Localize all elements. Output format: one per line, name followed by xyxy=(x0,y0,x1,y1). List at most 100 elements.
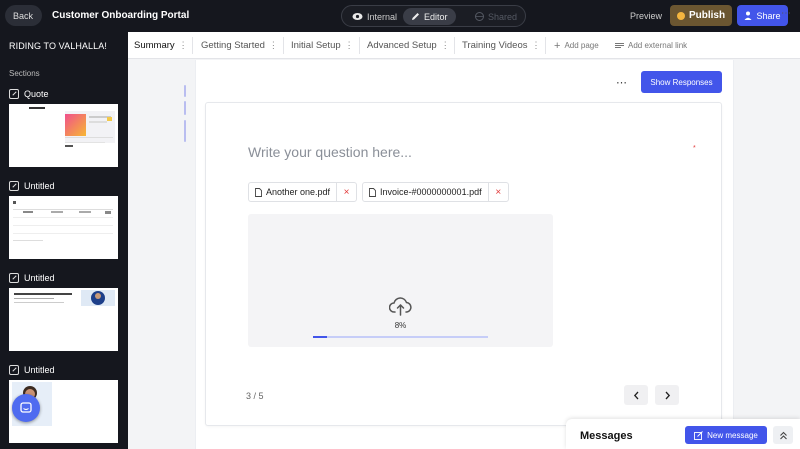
file-name-label: Invoice-#0000000001.pdf xyxy=(380,187,482,197)
upload-progress-fill xyxy=(313,336,327,338)
close-icon: × xyxy=(495,186,502,198)
tab-label: Training Videos xyxy=(462,40,528,51)
required-marker: * xyxy=(693,145,696,152)
back-button[interactable]: Back xyxy=(5,5,43,26)
tab-divider xyxy=(454,37,455,54)
tab-training-videos[interactable]: Training Videos ⋮ xyxy=(462,32,540,59)
add-external-link-button[interactable]: Add external link xyxy=(615,32,687,59)
sidebar: RIDING TO VALHALLA! Sections Quote Untit… xyxy=(0,32,128,449)
compose-icon xyxy=(694,430,703,440)
tab-initial-setup[interactable]: Initial Setup ⋮ xyxy=(291,32,354,59)
tab-divider xyxy=(545,37,546,54)
publish-button[interactable]: Publish xyxy=(670,5,732,26)
section-label: Untitled xyxy=(24,365,55,375)
tab-label: Summary xyxy=(134,40,175,51)
top-bar: Back Customer Onboarding Portal Internal… xyxy=(0,0,800,32)
show-responses-button[interactable]: Show Responses xyxy=(641,71,722,93)
messages-panel: Messages New message xyxy=(566,419,800,449)
messages-title: Messages xyxy=(580,430,633,442)
file-chip: Invoice-#0000000001.pdf × xyxy=(362,182,509,202)
section-item[interactable]: Untitled xyxy=(9,272,120,351)
previous-button[interactable] xyxy=(624,385,648,405)
remove-file-button[interactable]: × xyxy=(487,183,508,201)
tab-divider xyxy=(359,37,360,54)
publish-label: Publish xyxy=(688,10,726,21)
view-mode-toggle: Internal Editor Shared xyxy=(341,5,526,27)
preview-button[interactable]: Preview xyxy=(630,11,662,21)
app-title: Customer Onboarding Portal xyxy=(52,10,190,21)
drag-handle[interactable] xyxy=(184,101,186,115)
add-external-link-label: Add external link xyxy=(628,41,688,50)
remove-file-button[interactable]: × xyxy=(336,183,356,201)
section-thumbnail[interactable] xyxy=(9,288,118,351)
section-thumbnail[interactable] xyxy=(9,104,118,167)
section-thumbnail[interactable] xyxy=(9,196,118,259)
section-item[interactable]: Untitled xyxy=(9,180,120,259)
upload-percent: 8% xyxy=(394,321,407,330)
mode-editor[interactable]: Editor xyxy=(403,8,456,25)
chevrons-up-icon xyxy=(779,431,787,439)
expand-messages-button[interactable] xyxy=(773,426,793,444)
chat-icon xyxy=(20,402,32,413)
plus-icon: + xyxy=(554,39,561,52)
chevron-left-icon xyxy=(633,391,638,399)
page-tabs: Summary ⋮ Getting Started ⋮ Initial Setu… xyxy=(128,32,800,59)
mode-shared[interactable]: Shared xyxy=(467,8,525,25)
file-name[interactable]: Invoice-#0000000001.pdf xyxy=(363,183,488,201)
person-icon xyxy=(744,11,752,20)
next-button[interactable] xyxy=(655,385,679,405)
file-name-label: Another one.pdf xyxy=(266,187,331,197)
more-vertical-icon[interactable]: ⋮ xyxy=(441,40,450,51)
sidebar-title: RIDING TO VALHALLA! xyxy=(9,41,107,51)
section-edit-icon xyxy=(9,365,19,375)
more-horizontal-icon[interactable]: ⋯ xyxy=(616,76,628,89)
new-message-button[interactable]: New message xyxy=(685,426,767,444)
section-label: Untitled xyxy=(24,273,55,283)
section-edit-icon xyxy=(9,89,19,99)
more-vertical-icon[interactable]: ⋮ xyxy=(269,40,278,51)
tab-summary[interactable]: Summary ⋮ xyxy=(134,32,188,59)
section-item[interactable]: Quote xyxy=(9,88,120,167)
tab-divider xyxy=(283,37,284,54)
section-edit-icon xyxy=(9,181,19,191)
pencil-icon xyxy=(412,13,419,20)
section-label: Untitled xyxy=(24,181,55,191)
add-page-label: Add page xyxy=(564,41,599,50)
tab-label: Initial Setup xyxy=(291,40,341,51)
share-label: Share xyxy=(756,10,781,21)
more-vertical-icon[interactable]: ⋮ xyxy=(345,40,354,51)
tab-advanced-setup[interactable]: Advanced Setup ⋮ xyxy=(367,32,450,59)
sections-heading: Sections xyxy=(9,69,40,78)
coin-icon xyxy=(676,11,685,20)
eye-icon xyxy=(352,13,363,20)
file-icon xyxy=(255,187,262,197)
new-message-label: New message xyxy=(707,430,758,440)
link-icon xyxy=(615,43,624,48)
cloud-upload-icon xyxy=(389,297,412,316)
page-indicator: 3 / 5 xyxy=(246,391,264,401)
back-label: Back xyxy=(13,10,34,21)
more-vertical-icon[interactable]: ⋮ xyxy=(179,40,188,51)
file-name[interactable]: Another one.pdf xyxy=(249,183,336,201)
tab-label: Advanced Setup xyxy=(367,40,437,51)
chevron-right-icon xyxy=(665,391,670,399)
add-page-button[interactable]: + Add page xyxy=(554,32,599,59)
section-label: Quote xyxy=(24,89,49,99)
drag-handle[interactable] xyxy=(184,120,186,142)
file-icon xyxy=(369,187,376,197)
close-icon: × xyxy=(343,186,350,198)
chat-launcher-button[interactable] xyxy=(12,394,40,422)
section-edit-icon xyxy=(9,273,19,283)
question-input[interactable]: Write your question here... xyxy=(248,144,412,160)
tab-divider xyxy=(192,37,193,54)
globe-icon xyxy=(475,12,484,21)
drag-handle[interactable] xyxy=(184,85,186,97)
mode-shared-label: Shared xyxy=(488,11,518,22)
tab-getting-started[interactable]: Getting Started ⋮ xyxy=(201,32,278,59)
file-chip: Another one.pdf × xyxy=(248,182,357,202)
more-vertical-icon[interactable]: ⋮ xyxy=(531,40,540,51)
tab-label: Getting Started xyxy=(201,40,265,51)
more-horizontal-icon[interactable]: ⋯ xyxy=(781,8,792,19)
mode-editor-label: Editor xyxy=(424,11,448,22)
mode-internal[interactable]: Internal xyxy=(344,8,405,25)
